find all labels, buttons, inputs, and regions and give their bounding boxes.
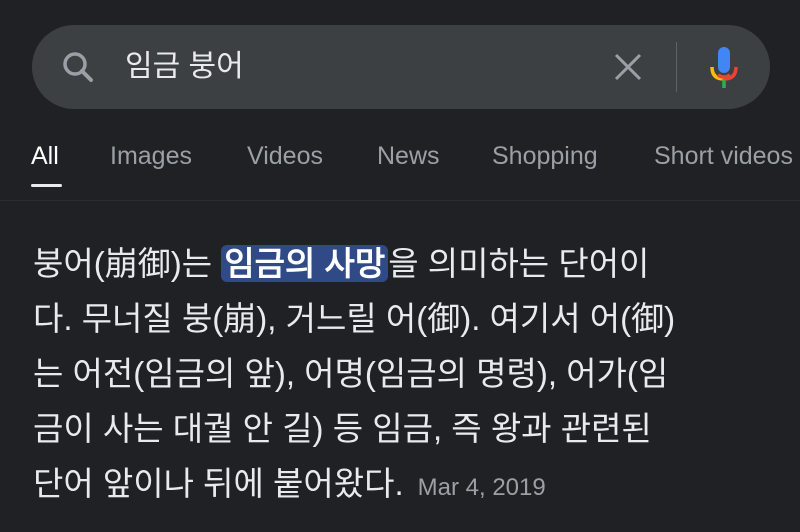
snippet-line: 다. 무너질 붕(崩), 거느릴 어(御). 여기서 어(御) (33, 300, 676, 337)
snippet-line: 는 어전(임금의 앞), 어명(임금의 명령), 어가(임 (33, 355, 669, 392)
divider (676, 42, 677, 92)
mic-icon[interactable] (708, 45, 740, 91)
featured-snippet: 붕어(崩御)는 임금의 사망을 의미하는 단어이 다. 무너질 붕(崩), 거느… (33, 236, 793, 515)
close-icon[interactable] (612, 51, 644, 83)
snippet-text: 단어 앞이나 뒤에 붙어왔다. (33, 465, 404, 502)
search-bar[interactable]: 임금 붕어 (32, 25, 770, 109)
search-input[interactable]: 임금 붕어 (125, 45, 244, 89)
snippet-line: 붕어(崩御)는 임금의 사망을 의미하는 단어이 (33, 236, 793, 291)
snippet-text: 을 의미하는 단어이 (388, 245, 650, 282)
search-tabs: All Images Videos News Shopping Short vi… (0, 138, 800, 190)
snippet-line: 금이 사는 대궐 안 길) 등 임금, 즉 왕과 관련된 (33, 410, 652, 447)
snippet-text: 붕어(崩御)는 (33, 245, 222, 282)
tab-shopping[interactable]: Shopping (492, 142, 598, 171)
divider (0, 200, 800, 201)
tab-news[interactable]: News (377, 142, 440, 171)
active-tab-indicator (31, 184, 62, 187)
snippet-line: 단어 앞이나 뒤에 붙어왔다. Mar 4, 2019 (33, 456, 793, 515)
tab-images[interactable]: Images (110, 142, 192, 171)
tab-short-videos[interactable]: Short videos (654, 142, 793, 171)
snippet-highlight: 임금의 사망 (221, 245, 389, 282)
snippet-date: Mar 4, 2019 (417, 474, 546, 501)
tab-videos[interactable]: Videos (247, 142, 323, 171)
tab-all[interactable]: All (31, 142, 59, 171)
search-icon[interactable] (60, 49, 96, 85)
